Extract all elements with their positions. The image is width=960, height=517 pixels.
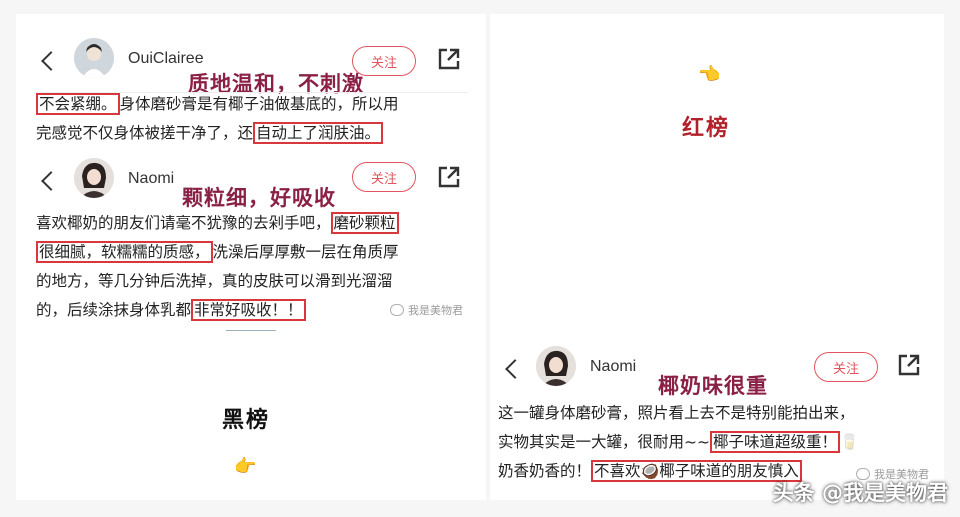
share-icon[interactable] [436,46,462,76]
highlight-box: 椰子味道超级重！ [709,431,840,453]
username[interactable]: OuiClairee [128,50,204,68]
post1-body: 不会紧绷。 身体磨砂膏是有椰子油做基底的，所以用 完感觉不仅身体被搓干净了，还 自动… [36,93,399,144]
highlight-box: 磨砂颗粒 [330,212,399,234]
pointing-left-icon: 👈 [698,64,721,85]
highlight-box: 不会紧绷。 [36,93,120,115]
post2-body: 喜欢椰奶的朋友们请毫不犹豫的去剁手吧， 磨砂颗粒 很细腻，软糯糯的质感， 洗澡后厚厚… [36,212,399,321]
username[interactable]: Naomi [128,170,174,188]
red-list-label: 红榜 [682,116,731,141]
avatar[interactable] [74,158,114,198]
coconut-icon: 🥥 [640,462,660,480]
follow-button[interactable]: 关注 [352,162,416,192]
highlight-box: 非常好吸收！！ [191,299,306,321]
avatar[interactable] [536,346,576,386]
pointing-right-icon: 👉 [234,456,257,477]
scroll-indicator [226,330,276,331]
back-icon[interactable] [505,359,525,379]
username[interactable]: Naomi [590,358,636,376]
milk-glass-icon: 🥛 [840,433,859,451]
black-list-label: 黑榜 [222,408,271,433]
chat-icon [390,304,404,316]
right-review-panel: 👈 红榜 Naomi 关注 椰奶味很重 这一罐身体磨砂膏，照片看上去不是特别能拍… [490,14,944,500]
back-icon[interactable] [41,171,61,191]
post3-body: 这一罐身体磨砂膏，照片看上去不是特别能拍出来， 实物其实是一大罐，很耐用~~ 椰子… [498,404,859,482]
caption-fine-particles: 颗粒细，好吸收 [182,186,336,210]
highlight-box: 很细腻，软糯糯的质感， [36,241,213,263]
avatar[interactable] [74,38,114,78]
back-icon[interactable] [41,51,61,71]
source-watermark: 头条 @我是美物君 [772,481,948,505]
watermark: 我是美物君 [390,302,463,318]
share-icon[interactable] [896,352,922,382]
left-review-panel: OuiClairee 关注 质地温和，不刺激 不会紧绷。 身体磨砂膏是有椰子油做基… [16,14,486,500]
share-icon[interactable] [436,164,462,194]
follow-button[interactable]: 关注 [814,352,878,382]
highlight-box: 不喜欢🥥椰子味道的朋友慎入 [591,460,802,482]
highlight-box: 自动上了润肤油。 [253,122,384,144]
caption-strong-coconut: 椰奶味很重 [658,374,768,398]
